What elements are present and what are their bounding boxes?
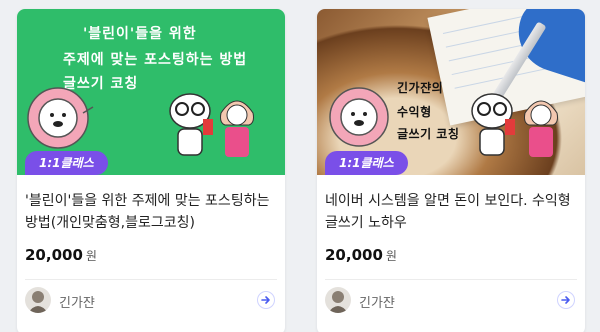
lion-mascot-icon — [329, 87, 389, 147]
thumbnail-text-line: 주제에 맞는 포스팅하는 방법 — [63, 52, 248, 68]
divider — [325, 279, 577, 280]
price-value: 20,000 — [25, 246, 83, 264]
card-title[interactable]: '블린이'들을 위한 주제에 맞는 포스팅하는 방법(개인맞춤형,블로그코칭) — [25, 190, 281, 234]
girl-character-icon — [220, 100, 254, 157]
price-row: 20,000 원 — [25, 245, 97, 264]
thumbnail-text-line: 글쓰기 코칭 — [397, 127, 460, 141]
price-row: 20,000 원 — [325, 245, 397, 264]
author-name[interactable]: 긴가쟌 — [59, 292, 95, 311]
thumbnail-text-line: '블린이'들을 위한 — [83, 26, 197, 42]
arrow-right-icon[interactable] — [257, 291, 275, 309]
card-thumbnail[interactable]: '블린이'들을 위한 주제에 맞는 포스팅하는 방법 글쓰기 코칭 1:1클래스 — [17, 9, 285, 175]
class-card[interactable]: 긴가쟌의 수익형 글쓰기 코칭 1:1클래스 네이버 시스템을 알면 돈이 보인… — [317, 9, 585, 332]
divider — [25, 279, 277, 280]
cat-mascot-icon — [169, 93, 213, 156]
class-type-badge: 1:1클래스 — [325, 151, 408, 175]
lion-mascot-icon — [27, 87, 94, 149]
thumbnail-text-line: 수익형 — [397, 105, 432, 119]
girl-character-icon — [524, 100, 558, 157]
avatar-icon[interactable] — [325, 287, 351, 313]
author-name[interactable]: 긴가쟌 — [359, 292, 395, 311]
price-unit: 원 — [385, 249, 397, 263]
thumbnail-text-line: 긴가쟌의 — [397, 81, 444, 95]
arrow-right-icon[interactable] — [557, 291, 575, 309]
avatar-icon[interactable] — [25, 287, 51, 313]
class-card[interactable]: '블린이'들을 위한 주제에 맞는 포스팅하는 방법 글쓰기 코칭 1:1클래스… — [17, 9, 285, 332]
price-unit: 원 — [85, 249, 97, 263]
price-value: 20,000 — [325, 246, 383, 264]
cat-mascot-icon — [471, 93, 515, 156]
card-title[interactable]: 네이버 시스템을 알면 돈이 보인다. 수익형 글쓰기 노하우 — [325, 190, 581, 234]
card-thumbnail[interactable]: 긴가쟌의 수익형 글쓰기 코칭 1:1클래스 — [317, 9, 585, 175]
class-type-badge: 1:1클래스 — [25, 151, 108, 175]
